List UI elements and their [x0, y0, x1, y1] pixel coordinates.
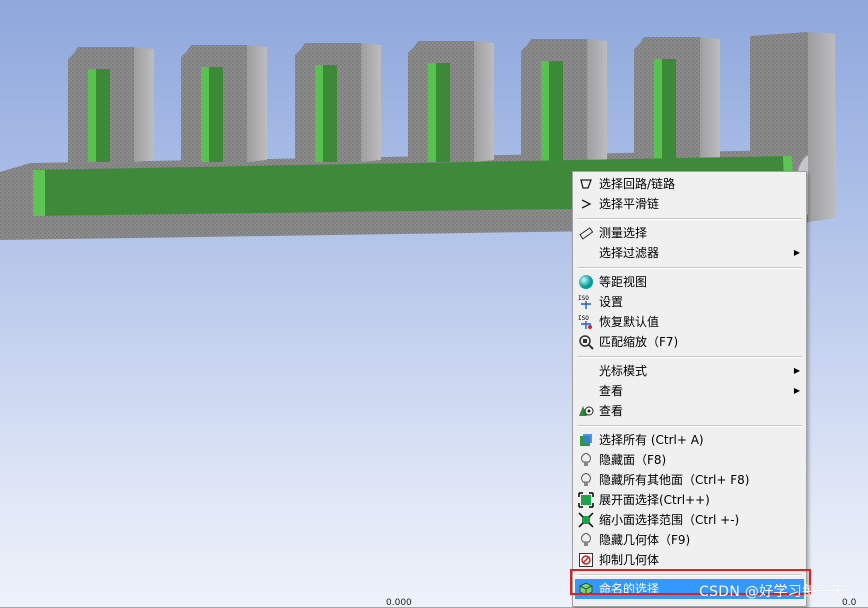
menu-item[interactable]: 等距视图 [575, 272, 804, 292]
menu-item-label: 选择回路/链路 [599, 177, 676, 191]
menu-item[interactable]: 测量选择 [575, 223, 804, 243]
fin-front-face[interactable] [750, 32, 808, 158]
menu-item[interactable]: 匹配缩放（F7) [575, 332, 804, 352]
smooth-chain-icon [578, 196, 594, 212]
fin-side-face[interactable] [134, 47, 154, 162]
menu-item-label: 选择所有 (Ctrl+ A) [599, 433, 704, 447]
measure-icon [578, 225, 594, 241]
menu-item[interactable]: 隐藏面（F8) [575, 450, 804, 470]
fin-side-face[interactable] [361, 43, 381, 162]
menu-item-label: 命名的选择 [599, 582, 660, 596]
menu-item-label: 隐藏几何体（F9) [599, 533, 691, 547]
menu-item[interactable]: ISO 设置 [575, 292, 804, 312]
menu-item-label: 选择过滤器 [599, 246, 660, 260]
iso-settings-icon: ISO [578, 294, 594, 310]
fin-fluid-highlight[interactable] [88, 69, 96, 162]
menu-item[interactable]: 选择平滑链 [575, 194, 804, 214]
fin-side-face[interactable] [474, 41, 494, 162]
main-fluid-highlight[interactable] [33, 170, 45, 216]
fin-fluid-highlight[interactable] [541, 61, 549, 162]
menu-separator [577, 574, 802, 576]
expand-selection-icon [578, 492, 594, 508]
menu-item-label: 查看 [599, 384, 624, 398]
hide-body-icon [578, 532, 594, 548]
menu-item[interactable]: 隐藏几何体（F9) [575, 530, 804, 550]
svg-text:ISO: ISO [578, 315, 589, 322]
end-side-face[interactable] [808, 32, 836, 222]
menu-item-label: 设置 [599, 295, 624, 309]
menu-item[interactable]: 抑制几何体 [575, 550, 804, 570]
hide-others-icon [578, 472, 594, 488]
menu-item[interactable]: 查看 [575, 401, 804, 421]
menu-item[interactable]: 选择回路/链路 [575, 174, 804, 194]
menu-item-label: 恢复默认值 [599, 315, 660, 329]
hide-face-icon [578, 452, 594, 468]
menu-item-label: 查看 [599, 404, 624, 418]
menu-item[interactable]: 光标模式 ▶ [575, 361, 804, 381]
select-loop-icon [578, 176, 594, 192]
suppress-body-icon [578, 552, 594, 568]
svg-text:ISO: ISO [578, 295, 589, 302]
fin-fluid-highlight[interactable] [315, 65, 323, 162]
menu-item[interactable]: 选择过滤器 ▶ [575, 243, 804, 263]
menu-separator [577, 267, 802, 269]
menu-item-label: 隐藏面（F8) [599, 453, 667, 467]
menu-item-label: 等距视图 [599, 275, 648, 289]
menu-item[interactable]: 选择所有 (Ctrl+ A) [575, 430, 804, 450]
menu-item-label: 抑制几何体 [599, 553, 660, 567]
fin-side-face[interactable] [247, 45, 267, 162]
view-icon [578, 403, 594, 419]
menu-item[interactable]: 隐藏所有其他面（Ctrl+ F8) [575, 470, 804, 490]
menu-item-label: 匹配缩放（F7) [599, 335, 679, 349]
menu-item-label: 缩小面选择范围（Ctrl +-) [599, 513, 740, 527]
fin-fluid-highlight[interactable] [428, 63, 436, 162]
submenu-arrow-icon: ▶ [793, 248, 800, 257]
fin-fluid-highlight[interactable] [201, 67, 209, 162]
menu-item[interactable]: ISO 恢复默认值 [575, 312, 804, 332]
submenu-arrow-icon: ▶ [793, 386, 800, 395]
menu-item-label: 选择平滑链 [599, 197, 660, 211]
menu-item-label: 隐藏所有其他面（Ctrl+ F8) [599, 473, 750, 487]
isometric-sphere-icon [578, 274, 594, 290]
select-all-icon [578, 432, 594, 448]
menu-item[interactable]: 查看 ▶ [575, 381, 804, 401]
iso-restore-icon: ISO [578, 314, 594, 330]
menu-item[interactable]: 缩小面选择范围（Ctrl +-) [575, 510, 804, 530]
fin-fluid-highlight[interactable] [654, 59, 662, 162]
menu-separator [577, 218, 802, 220]
menu-item[interactable]: 展开面选择(Ctrl++) [575, 490, 804, 510]
context-menu: 选择回路/链路 选择平滑链测量选择选择过滤器 ▶ 等距视图 ISO 设置 ISO 恢复默认值匹… [572, 171, 807, 607]
menu-separator [577, 356, 802, 358]
menu-separator [577, 425, 802, 427]
menu-item-label: 测量选择 [599, 226, 648, 240]
named-selection-icon [578, 581, 594, 597]
shrink-selection-icon [578, 512, 594, 528]
watermark: CSDN @好学习每一天 [699, 584, 845, 600]
menu-item-label: 展开面选择(Ctrl++) [599, 493, 710, 507]
submenu-arrow-icon: ▶ [793, 366, 800, 375]
menu-item-label: 光标模式 [599, 364, 648, 378]
fin-side-face[interactable] [587, 39, 607, 162]
fin-side-face[interactable] [700, 37, 720, 162]
zoom-fit-icon [578, 334, 594, 350]
